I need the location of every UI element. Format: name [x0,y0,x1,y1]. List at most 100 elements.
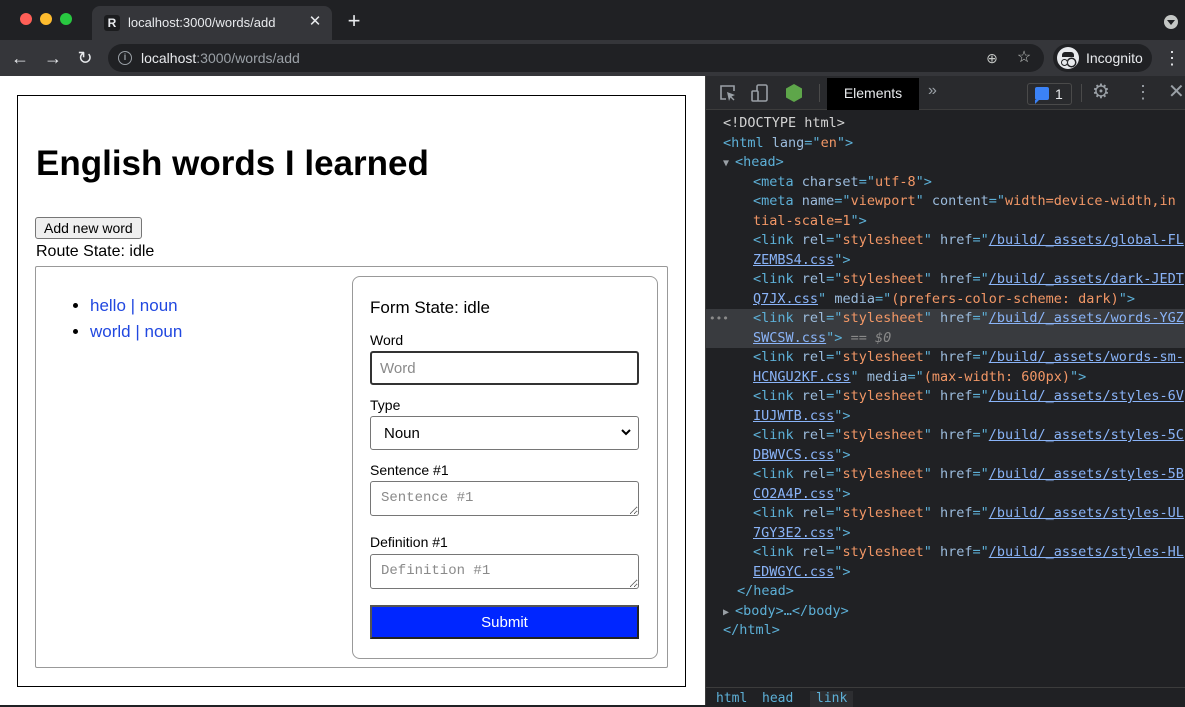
dom-node-link-styles-5c-2[interactable]: DBWVCS.css"> [706,446,1185,466]
add-new-word-button[interactable]: Add new word [35,217,142,239]
stylesheet-href-link[interactable]: /build/_assets/styles-5B [989,466,1184,482]
forward-icon[interactable]: → [41,46,65,70]
address-bar[interactable]: i localhost:3000/words/add ⊕ ☆ [108,44,1044,72]
node-devtools-icon[interactable] [784,83,804,103]
stylesheet-href-link[interactable]: /build/_assets/words-sm- [989,349,1184,365]
add-word-form: Form State: idle Word Type Noun Sentence… [352,276,658,659]
type-select[interactable]: Noun [370,416,639,450]
stylesheet-href-link[interactable]: DBWVCS.css [753,447,834,463]
more-tabs-icon[interactable]: » [928,82,937,100]
device-toolbar-icon[interactable] [750,83,770,103]
dom-node-link-words-1[interactable]: ••• <link rel="stylesheet" href="/build/_… [706,309,1185,329]
close-tab-icon[interactable]: ✕ [306,13,324,31]
form-state: Form State: idle [370,298,490,317]
dom-node-meta-charset[interactable]: <meta charset="utf-8"> [706,173,1185,193]
dom-node-link-styles-u-2[interactable]: 7GY3E2.css"> [706,524,1185,544]
page-title: English words I learned [36,144,429,183]
close-devtools-icon[interactable]: ✕ [1168,81,1185,103]
stylesheet-href-link[interactable]: Q7JX.css [753,291,818,307]
definition-textarea[interactable] [370,554,639,589]
browser-tab[interactable]: R localhost:3000/words/add ✕ [92,6,332,40]
dom-node-link-words-sm-1[interactable]: <link rel="stylesheet" href="/build/_ass… [706,348,1185,368]
stylesheet-href-link[interactable]: HCNGU2KF.css [753,369,851,385]
expand-triangle-icon[interactable]: ▼ [723,154,735,173]
dom-node-link-styles-6-1[interactable]: <link rel="stylesheet" href="/build/_ass… [706,387,1185,407]
dom-breadcrumb: html head link [706,687,1185,707]
stylesheet-href-link[interactable]: 7GY3E2.css [753,525,834,541]
back-icon[interactable]: ← [8,46,32,70]
dom-node-link-styles-5b-2[interactable]: CO2A4P.css"> [706,485,1185,505]
stylesheet-href-link[interactable]: /build/_assets/styles-UL [989,505,1184,521]
stylesheet-href-link[interactable]: /build/_assets/styles-5C [989,427,1184,443]
dom-node-link-styles-5b-1[interactable]: <link rel="stylesheet" href="/build/_ass… [706,465,1185,485]
submit-button[interactable]: Submit [370,605,639,639]
incognito-icon [1057,47,1079,69]
dom-node-link-words-2[interactable]: SWCSW.css"> == $0 [706,328,1185,348]
incognito-profile-button[interactable]: Incognito [1053,44,1152,72]
stylesheet-href-link[interactable]: IUJWTB.css [753,408,834,424]
chevron-down-icon [621,429,631,436]
dom-node-link-global-2[interactable]: ZEMBS4.css"> [706,251,1185,271]
browser-menu-icon[interactable]: ⋮ [1163,46,1181,70]
dom-node-doctype[interactable]: <!DOCTYPE html> [706,114,1185,134]
stylesheet-href-link[interactable]: /build/_assets/styles-6V [989,388,1184,404]
page-viewport: English words I learned Add new word Rou… [0,76,705,705]
sentence-label: Sentence #1 [370,462,449,478]
tab-title: localhost:3000/words/add [128,15,276,30]
minimize-window-button[interactable] [40,13,52,25]
url-text[interactable]: localhost:3000/words/add [141,50,300,66]
dom-node-head-close[interactable]: </head> [706,582,1185,602]
stylesheet-href-link[interactable]: EDWGYC.css [753,564,834,580]
word-link-hello[interactable]: hello | noun [90,296,178,315]
close-window-button[interactable] [20,13,32,25]
dom-node-html-open[interactable]: <html lang="en"> [706,134,1185,154]
dom-node-link-styles-6-2[interactable]: IUJWTB.css"> [706,407,1185,427]
stylesheet-href-link[interactable]: /build/_assets/styles-HL [989,544,1184,560]
dom-node-head-open[interactable]: ▼ <head> [706,153,1185,173]
url-path: :3000/words/add [196,50,300,66]
dom-node-link-global-1[interactable]: <link rel="stylesheet" href="/build/_ass… [706,231,1185,251]
stylesheet-href-link[interactable]: ZEMBS4.css [753,252,834,268]
devtools-menu-icon[interactable]: ⋮ [1134,82,1152,102]
reload-icon[interactable]: ↻ [73,46,97,70]
dom-node-link-dark-2[interactable]: Q7JX.css" media="(prefers-color-scheme: … [706,290,1185,310]
stylesheet-href-link[interactable]: /build/_assets/global-FL [989,232,1184,248]
tab-search-icon[interactable] [1164,15,1178,29]
dom-node-meta-viewport-1[interactable]: <meta name="viewport" content="width=dev… [706,192,1185,212]
issues-button[interactable]: 1 [1027,83,1072,105]
dom-node-link-dark-1[interactable]: <link rel="stylesheet" href="/build/_ass… [706,270,1185,290]
word-list: hello | noun world | noun [70,293,182,345]
dom-node-link-styles-5c-1[interactable]: <link rel="stylesheet" href="/build/_ass… [706,426,1185,446]
stylesheet-href-link[interactable]: SWCSW.css [753,330,826,346]
toolbar-divider [819,84,820,102]
stylesheet-href-link[interactable]: CO2A4P.css [753,486,834,502]
tab-elements[interactable]: Elements [827,78,919,110]
node-actions-icon[interactable]: ••• [709,309,729,329]
zoom-icon[interactable]: ⊕ [982,48,1002,68]
word-input[interactable] [370,351,639,385]
maximize-window-button[interactable] [60,13,72,25]
incognito-label: Incognito [1086,50,1143,66]
site-info-icon[interactable]: i [118,51,132,65]
settings-gear-icon[interactable]: ⚙ [1092,82,1110,102]
issues-count: 1 [1055,86,1063,102]
stylesheet-href-link[interactable]: /build/_assets/words-YGZ [989,310,1184,326]
sentence-textarea[interactable] [370,481,639,516]
remix-favicon-icon: R [104,15,120,31]
dom-node-link-styles-u-1[interactable]: <link rel="stylesheet" href="/build/_ass… [706,504,1185,524]
dom-node-html-close[interactable]: </html> [706,621,1185,641]
stylesheet-href-link[interactable]: /build/_assets/dark-JEDT [989,271,1184,287]
dom-node-link-styles-h-2[interactable]: EDWGYC.css"> [706,563,1185,583]
dom-node-link-styles-h-1[interactable]: <link rel="stylesheet" href="/build/_ass… [706,543,1185,563]
type-select-value: Noun [384,425,420,442]
inspect-element-icon[interactable] [718,83,738,103]
word-label: Word [370,332,404,348]
collapse-triangle-icon[interactable]: ▶ [723,603,735,622]
dom-node-meta-viewport-2[interactable]: tial-scale=1"> [706,212,1185,232]
bookmark-star-icon[interactable]: ☆ [1014,48,1034,68]
word-link-world[interactable]: world | noun [90,322,182,341]
new-tab-button[interactable]: + [343,10,365,32]
dom-node-link-words-sm-2[interactable]: HCNGU2KF.css" media="(max-width: 600px)"… [706,368,1185,388]
toolbar-divider [1081,84,1082,102]
dom-node-body[interactable]: ▶ <body>…</body> [706,602,1185,622]
